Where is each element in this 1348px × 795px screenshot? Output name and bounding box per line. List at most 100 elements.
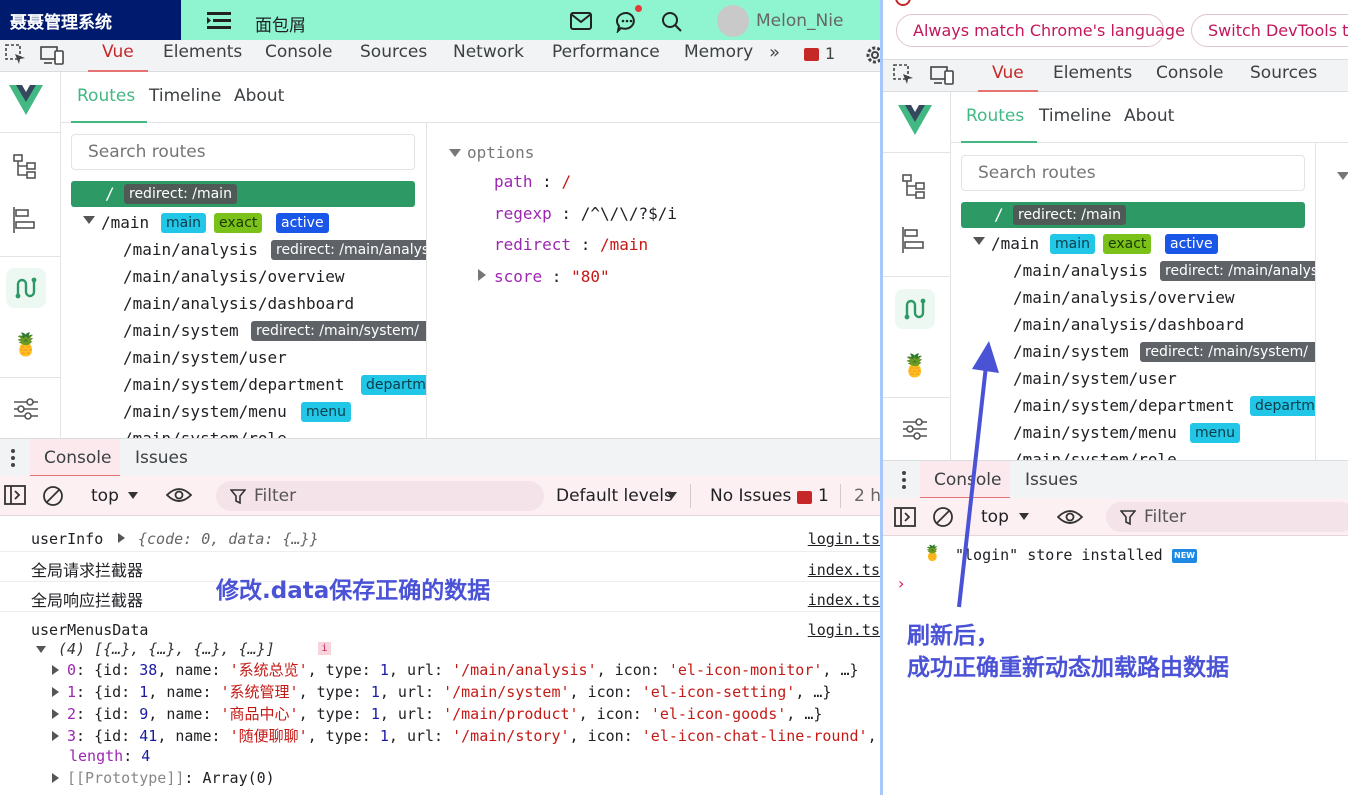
route-item[interactable]: /main/system redirect: /main/system/ [961,338,1315,365]
route-item[interactable]: /main/system redirect: /main/system/ [71,317,426,344]
mail-icon[interactable] [570,12,592,34]
expand-arrow-icon[interactable] [478,269,486,281]
device-toggle-icon[interactable] [930,64,954,90]
devtools-tab-console[interactable]: Console [265,42,333,62]
vue-subtab-about[interactable]: About [234,86,284,106]
devtools-tab-network[interactable]: Network [453,42,524,62]
devtools-tab-sources[interactable]: Sources [1250,63,1317,83]
route-item[interactable]: /main/analysis redirect: /main/analysis [71,236,426,263]
devtools-tab-elements[interactable]: Elements [163,42,242,62]
match-language-button[interactable]: Always match Chrome's language [896,14,1185,47]
source-link[interactable]: index.ts [808,561,880,579]
route-item[interactable]: /main/system/department department [961,392,1315,419]
filter-input[interactable]: Filter [216,481,544,511]
drawer-tab-issues[interactable]: Issues [135,448,188,468]
collapse-arrow-icon[interactable] [83,216,95,224]
devtools-tab-memory[interactable]: Memory [684,42,753,62]
info-icon[interactable]: i [318,642,331,655]
option-score[interactable]: score : "80" [494,267,610,286]
inspect-icon[interactable] [893,64,915,90]
drawer-menu-icon[interactable] [11,449,15,471]
timeline-icon[interactable] [895,220,935,260]
array-item[interactable]: 2: {id: 9, name: '商品中心', type: 1, url: '… [52,703,822,724]
eye-icon[interactable] [1056,508,1084,530]
route-item-main[interactable]: /main main exact active [71,209,426,236]
settings-sliders-icon[interactable] [6,389,46,429]
chevron-down-icon[interactable] [128,492,138,499]
issues-flag-icon[interactable] [804,48,819,61]
menu-fold-icon[interactable] [207,10,231,30]
devtools-tab-vue[interactable]: Vue [88,40,148,72]
timeline-icon[interactable] [6,200,46,240]
pinia-icon[interactable]: 🍍 [895,346,935,386]
switch-devtools-button[interactable]: Switch DevTools to [1191,14,1348,47]
devtools-tab-vue[interactable]: Vue [978,60,1038,92]
expand-arrow-icon[interactable] [1337,172,1348,180]
route-item[interactable]: /main/analysis/overview [71,263,426,290]
route-item[interactable]: /main/analysis/dashboard [71,290,426,317]
route-item[interactable]: /main/system/user [961,365,1315,392]
device-toggle-icon[interactable] [40,44,64,70]
expand-arrow-icon[interactable] [449,149,461,157]
vue-subtab-routes[interactable]: Routes [71,72,147,123]
source-link[interactable]: index.ts [808,591,880,609]
settings-gear-icon[interactable] [864,44,880,70]
search-routes-input[interactable] [961,155,1305,191]
component-tree-icon[interactable] [6,147,46,187]
vue-subtab-timeline[interactable]: Timeline [149,86,221,106]
component-tree-icon[interactable] [895,167,935,207]
route-item[interactable]: /main/analysis/dashboard [961,311,1315,338]
route-item[interactable]: /main/system/user [71,344,426,371]
route-item[interactable]: /main/system/menu menu [71,398,426,425]
search-icon[interactable] [661,11,683,37]
devtools-tab-console[interactable]: Console [1156,63,1224,83]
collapse-arrow-icon[interactable] [36,646,46,653]
clear-console-icon[interactable] [42,485,64,511]
source-link[interactable]: login.ts [808,530,880,548]
settings-sliders-icon[interactable] [895,409,935,449]
inspect-icon[interactable] [5,44,27,70]
filter-input[interactable]: Filter [1106,502,1348,532]
avatar[interactable] [717,5,749,37]
issues-count[interactable]: 1 [825,44,835,63]
array-item[interactable]: 3: {id: 41, name: '随便聊聊', type: 1, url: … [52,725,877,746]
route-item[interactable]: /main/system/role [71,425,426,438]
vue-subtab-about[interactable]: About [1124,106,1174,126]
no-issues-label[interactable]: No Issues [710,486,791,506]
drawer-tab-console[interactable]: Console [30,439,120,477]
collapse-arrow-icon[interactable] [973,237,985,245]
more-tabs-icon[interactable]: » [769,42,780,63]
username[interactable]: Melon_Nie [756,11,843,31]
drawer-tab-issues[interactable]: Issues [1025,470,1078,490]
pinia-icon[interactable]: 🍍 [6,325,46,365]
sidebar-toggle-icon[interactable] [4,485,26,509]
route-item-root[interactable]: / redirect: /main [961,202,1305,228]
array-item[interactable]: 1: {id: 1, name: '系统管理', type: 1, url: '… [52,681,831,702]
router-icon[interactable] [6,268,46,308]
route-item[interactable]: /main/analysis/overview [961,284,1315,311]
console-prompt-icon[interactable]: › [898,574,904,593]
devtools-tab-sources[interactable]: Sources [360,42,427,62]
devtools-tab-elements[interactable]: Elements [1053,63,1132,83]
route-item[interactable]: /main/system/department department [71,371,426,398]
drawer-menu-icon[interactable] [902,471,906,493]
route-item-root[interactable]: / redirect: /main [71,181,415,207]
array-prototype[interactable]: [[Prototype]]: Array(0) [52,769,275,787]
chevron-down-icon[interactable] [667,492,677,499]
vue-subtab-timeline[interactable]: Timeline [1039,106,1111,126]
chevron-down-icon[interactable] [1019,513,1029,520]
route-item[interactable]: /main/system/menu menu [961,419,1315,446]
route-item[interactable]: /main/analysis redirect: /main/analysis [961,257,1315,284]
vue-subtab-routes[interactable]: Routes [961,92,1037,143]
context-select[interactable]: top [91,486,119,506]
array-item[interactable]: 0: {id: 38, name: '系统总览', type: 1, url: … [52,659,859,680]
expand-arrow-icon[interactable] [118,533,125,543]
chat-icon[interactable] [616,5,642,37]
sidebar-toggle-icon[interactable] [894,507,916,531]
search-routes-input[interactable] [71,134,415,170]
devtools-tab-performance[interactable]: Performance [552,42,660,62]
router-icon[interactable] [895,289,935,329]
eye-icon[interactable] [165,486,193,508]
log-levels-select[interactable]: Default levels [556,486,673,506]
source-link[interactable]: login.ts [808,621,880,639]
